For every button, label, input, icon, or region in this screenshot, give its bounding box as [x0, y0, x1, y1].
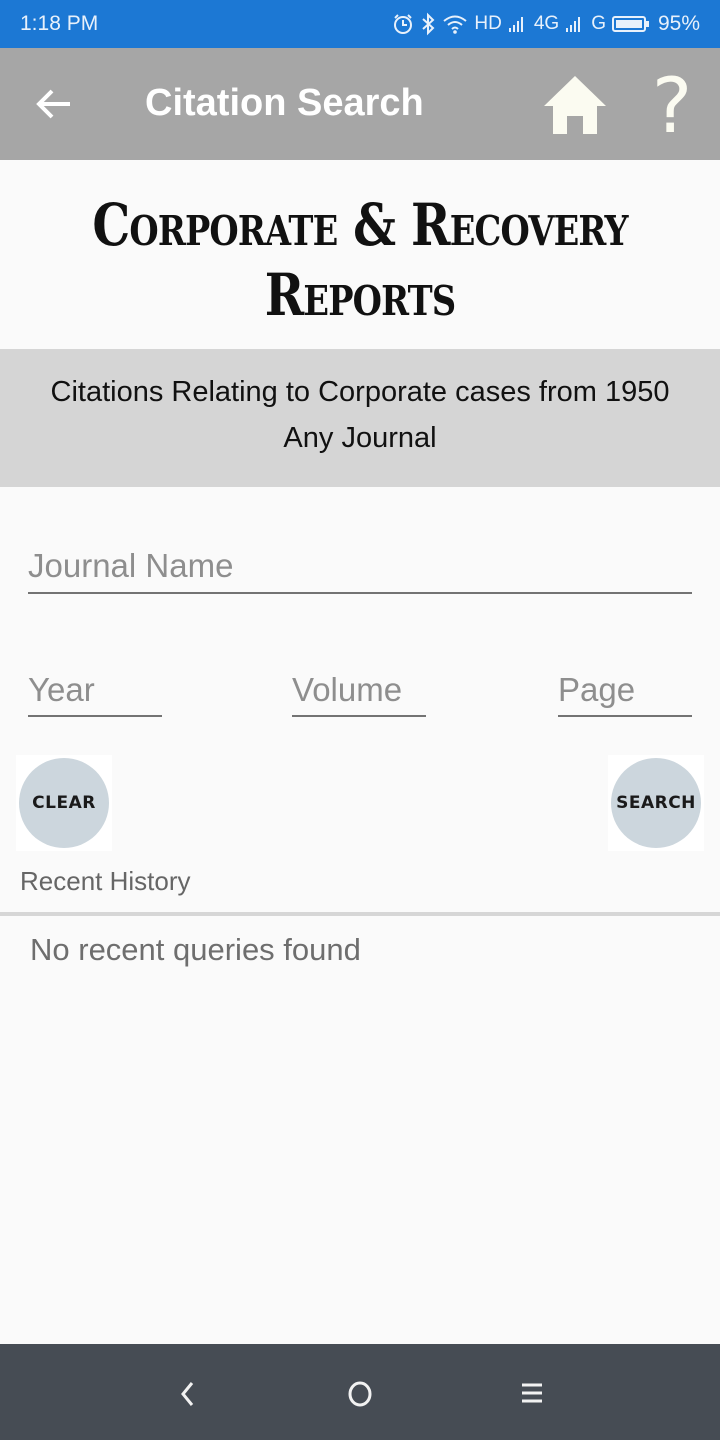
- search-button-label: SEARCH: [611, 758, 701, 848]
- nav-recents-button[interactable]: [512, 1374, 552, 1414]
- history-empty-message: No recent queries found: [30, 932, 361, 967]
- search-button[interactable]: SEARCH: [608, 755, 704, 851]
- page-field: [558, 664, 692, 717]
- circle-home-icon: [348, 1381, 372, 1407]
- volume-input[interactable]: [292, 664, 426, 715]
- journal-name-field: [28, 540, 692, 594]
- subtitle-line1: Citations Relating to Corporate cases fr…: [50, 376, 670, 408]
- network-g-label: G: [591, 13, 606, 34]
- back-button[interactable]: [32, 84, 76, 124]
- app-title: Citation Search: [145, 82, 424, 124]
- app-bar: Citation Search ?: [0, 48, 720, 160]
- journal-name-input[interactable]: [28, 540, 692, 592]
- year-input[interactable]: [28, 664, 162, 715]
- clear-button-label: CLEAR: [19, 758, 109, 848]
- home-icon: [544, 76, 606, 134]
- status-icons: HD 4G G 95%: [392, 12, 700, 36]
- brand-title: Corporate & Recovery Reports: [0, 160, 720, 350]
- nav-back-button[interactable]: [168, 1374, 208, 1414]
- network-4g-label: 4G: [533, 13, 560, 34]
- brand-title-line2: Reports: [264, 261, 456, 329]
- subtitle-line2: Any Journal: [283, 422, 437, 454]
- wifi-icon: [442, 13, 468, 35]
- battery-percent: 95%: [657, 12, 700, 35]
- arrow-left-icon: [36, 89, 70, 119]
- chevron-left-icon: [181, 1382, 194, 1406]
- help-button[interactable]: ?: [650, 66, 694, 146]
- signal-icon: [565, 15, 585, 33]
- nav-home-button[interactable]: [340, 1374, 380, 1414]
- battery-icon: [611, 15, 650, 33]
- menu-icon: [522, 1383, 542, 1403]
- status-bar: 1:18 PM HD 4G G 95%: [0, 0, 720, 48]
- volume-field: [292, 664, 426, 717]
- network-hd-label: HD: [474, 13, 502, 34]
- page-input[interactable]: [558, 664, 692, 715]
- alarm-icon: [392, 13, 414, 35]
- brand-title-line1: Corporate & Recovery: [92, 191, 628, 259]
- recent-history-label: Recent History: [20, 866, 191, 896]
- history-divider: [0, 912, 720, 916]
- clear-button[interactable]: CLEAR: [16, 755, 112, 851]
- signal-icon: [508, 15, 528, 33]
- bluetooth-icon: [420, 12, 436, 36]
- home-button[interactable]: [542, 74, 608, 136]
- year-field: [28, 664, 162, 717]
- subtitle-band: Citations Relating to Corporate cases fr…: [0, 349, 720, 487]
- status-time: 1:18 PM: [20, 12, 99, 35]
- system-nav-bar: [0, 1344, 720, 1440]
